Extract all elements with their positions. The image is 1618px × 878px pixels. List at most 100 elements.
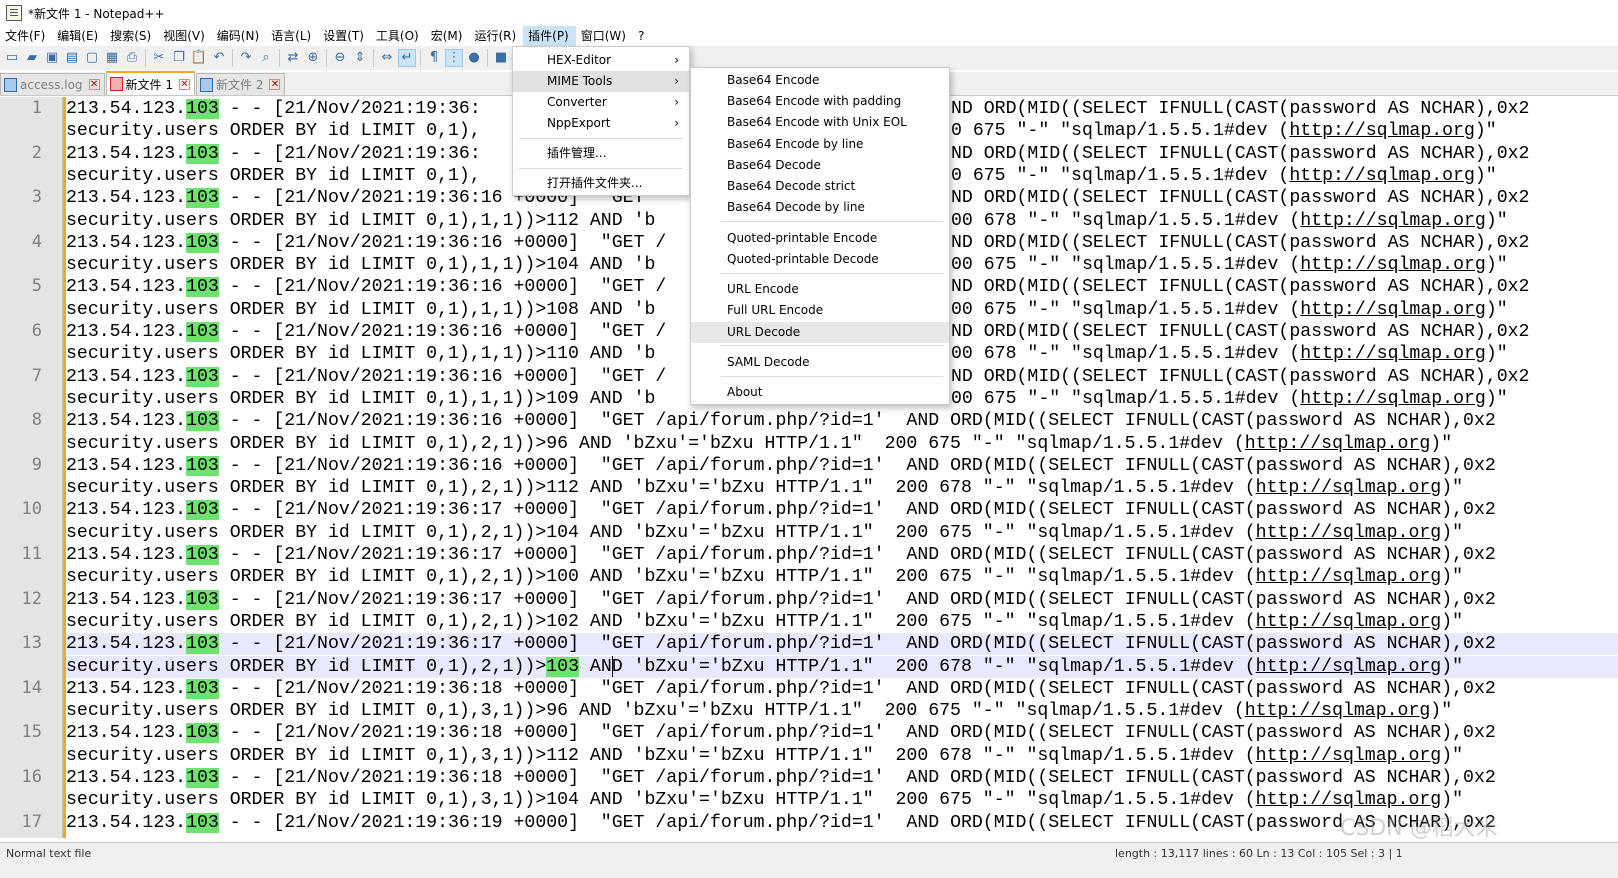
mime-menu-item[interactable]: Base64 Encode with Unix EOL [691,112,949,133]
url-link[interactable]: http://sqlmap.org [1256,567,1442,587]
menu-separator [721,273,943,274]
replace-icon[interactable]: ⇄ [284,49,302,67]
line-number: 3 [31,187,42,208]
menu-12[interactable]: ? [633,26,651,46]
zoom-in-icon[interactable]: ⊕ [304,49,322,67]
menu-4[interactable]: 编码(N) [212,26,266,46]
file-tab-icon [200,77,213,92]
close-tab-icon[interactable]: ✕ [179,78,190,90]
close-icon[interactable]: ▢ [83,49,101,67]
ip-prefix: 213.54.123. [66,723,187,744]
menu-10[interactable]: 插件(P) [523,26,576,46]
find-icon[interactable]: ⌕ [257,49,275,67]
show-all-chars-icon[interactable]: ¶ [425,49,443,67]
mime-menu-item[interactable]: URL Encode [691,279,949,300]
mime-menu-item[interactable]: Base64 Encode by line [691,134,949,155]
new-file-icon[interactable]: ▭ [3,49,21,67]
url-link[interactable]: http://sqlmap.org [1300,255,1486,275]
menu-9[interactable]: 运行(R) [469,26,523,46]
url-link[interactable]: http://sqlmap.org [1256,790,1442,810]
menu-11[interactable]: 窗口(W) [576,26,633,46]
mime-menu-item[interactable]: Base64 Encode with padding [691,91,949,112]
mime-menu-item[interactable]: Base64 Decode strict [691,176,949,197]
menu-0[interactable]: 文件(F) [0,26,52,46]
copy-icon[interactable]: ❐ [170,49,188,67]
undo-icon[interactable]: ↶ [210,49,228,67]
line-number: 14 [21,677,42,698]
mime-menu-item[interactable]: Base64 Decode by line [691,197,949,218]
log-line: 213.54.123.103 - - [21/Nov/2021:19:36:17… [66,499,1618,521]
tab-1[interactable]: 新文件 1 ✕ [105,71,195,95]
macro-stop-icon[interactable]: ■ [492,49,510,67]
word-wrap-icon[interactable]: ↵ [398,49,416,67]
log-text: )" [1441,745,1464,766]
plugins-menu-item[interactable]: 打开插件文件夹... [513,173,689,194]
url-link[interactable]: http://sqlmap.org [1256,657,1442,677]
menu-6[interactable]: 设置(T) [318,26,371,46]
url-link[interactable]: http://sqlmap.org [1245,434,1431,454]
redo-icon[interactable]: ↷ [237,49,255,67]
sync-horizontal-icon[interactable]: ⇔ [378,49,396,67]
plugins-menu-item[interactable]: 插件管理... [513,143,689,164]
open-file-icon[interactable]: ▰ [23,49,41,67]
close-tab-icon[interactable]: ✕ [88,79,100,90]
url-link[interactable]: http://sqlmap.org [1256,612,1442,632]
mime-menu-item[interactable]: Quoted-printable Decode [691,249,949,270]
save-all-icon[interactable]: ▤ [63,49,81,67]
url-link[interactable]: http://sqlmap.org [1300,300,1486,320]
url-link[interactable]: http://sqlmap.org [1245,701,1431,721]
log-text: - - [21/Nov/2021:19:36: [218,143,481,164]
paste-icon[interactable]: 📋 [190,49,208,67]
mime-menu-item[interactable]: About [691,382,949,403]
menu-7[interactable]: 工具(O) [371,26,426,46]
menu-item-label: Base64 Encode [727,73,820,87]
menu-3[interactable]: 视图(V) [158,26,212,46]
url-link[interactable]: http://sqlmap.org [1256,746,1442,766]
menu-2[interactable]: 搜索(S) [105,26,158,46]
macro-record-icon[interactable]: ● [465,49,483,67]
url-link[interactable]: http://sqlmap.org [1256,523,1442,543]
menu-5[interactable]: 语言(L) [266,26,318,46]
plugins-menu-item[interactable]: NppExport › [513,113,689,134]
url-link[interactable]: http://sqlmap.org [1289,121,1475,141]
mime-menu-item[interactable]: Base64 Encode [691,70,949,91]
zoom-out-icon[interactable]: ⊖ [331,49,349,67]
menu-separator [721,345,943,346]
search-match: 103 [186,545,219,565]
ip-prefix: 213.54.123. [66,277,187,298]
close-all-icon[interactable]: ▦ [103,49,121,67]
log-text-right: 00 678 "-" "sqlmap/1.5.5.1#dev (http://s… [951,343,1508,365]
mime-menu-item[interactable]: Full URL Encode [691,300,949,321]
mime-menu-item[interactable]: Base64 Decode [691,155,949,176]
indent-guide-icon[interactable]: ⋮ [445,49,463,67]
menu-1[interactable]: 编辑(E) [52,26,105,46]
menu-separator [721,376,943,377]
menu-item-label: NppExport [547,116,611,130]
ip-prefix: 213.54.123. [66,812,187,833]
url-link[interactable]: http://sqlmap.org [1289,166,1475,186]
tab-0[interactable]: access.log ✕ [0,73,105,95]
menu-separator [519,138,683,139]
ip-prefix: 213.54.123. [66,455,187,476]
sync-vertical-icon[interactable]: ⇕ [351,49,369,67]
mime-menu-item[interactable]: Quoted-printable Encode [691,228,949,249]
status-file-type: Normal text file [6,847,92,860]
title-bar: *新文件 1 - Notepad++ [0,0,1618,26]
url-link[interactable]: http://sqlmap.org [1256,478,1442,498]
cut-icon[interactable]: ✂ [150,49,168,67]
close-tab-icon[interactable]: ✕ [269,79,281,90]
url-link[interactable]: http://sqlmap.org [1300,344,1486,364]
mime-menu-item[interactable]: URL Decode [691,322,949,343]
plugins-menu-item[interactable]: MIME Tools › [513,71,689,92]
print-icon[interactable]: ⎙ [123,49,141,67]
url-link[interactable]: http://sqlmap.org [1300,211,1486,231]
menu-8[interactable]: 宏(M) [426,26,470,46]
plugins-menu-item[interactable]: Converter › [513,92,689,113]
file-tab-icon [4,77,17,92]
save-icon[interactable]: ▣ [43,49,61,67]
tab-2[interactable]: 新文件 2 ✕ [196,73,286,95]
url-link[interactable]: http://sqlmap.org [1300,389,1486,409]
mime-menu-item[interactable]: SAML Decode [691,352,949,373]
log-text: security.users ORDER BY id LIMIT 0,1),1,… [66,388,656,409]
plugins-menu-item[interactable]: HEX-Editor › [513,50,689,71]
